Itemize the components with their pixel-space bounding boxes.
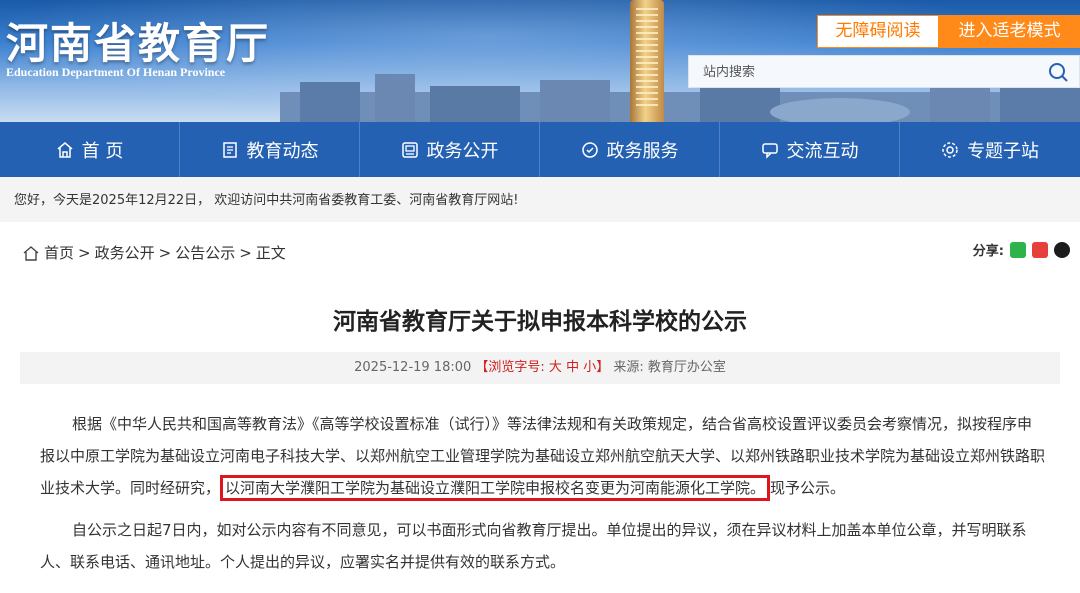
font-size-selector[interactable]: 【浏览字号: 大 中 小】 bbox=[475, 360, 609, 375]
article-paragraph-1: 根据《中华人民共和国高等教育法》《高等学校设置标准（试行）》等法律法规和有关政策… bbox=[40, 408, 1045, 504]
breadcrumb-home[interactable]: 首页 bbox=[44, 242, 74, 263]
service-icon bbox=[581, 141, 598, 158]
publish-date: 2025-12-19 18:00 bbox=[354, 360, 472, 375]
paragraph-text: 现予公示。 bbox=[770, 479, 846, 497]
news-icon bbox=[222, 141, 237, 158]
search-icon[interactable] bbox=[1047, 61, 1069, 83]
breadcrumb-separator: > bbox=[158, 243, 172, 262]
nav-item-label: 首 页 bbox=[81, 140, 124, 162]
nav-item-education-news[interactable]: 教育动态 bbox=[180, 122, 360, 177]
nav-item-label: 教育动态 bbox=[246, 140, 319, 162]
site-title: 河南省教育厅 bbox=[6, 19, 271, 68]
welcome-message: 您好，今天是2025年12月22日， 欢迎访问中共河南省委教育工委、河南省教育厅… bbox=[0, 177, 1080, 222]
nav-item-interaction[interactable]: 交流互动 bbox=[720, 122, 900, 177]
home-icon bbox=[57, 141, 73, 158]
breadcrumb-separator: > bbox=[78, 243, 91, 262]
home-icon bbox=[23, 245, 39, 261]
nav-item-home[interactable]: 首 页 bbox=[0, 122, 180, 177]
weibo-icon[interactable] bbox=[1032, 241, 1048, 258]
landmark-tower-image bbox=[630, 0, 664, 122]
nav-item-government-services[interactable]: 政务服务 bbox=[540, 122, 720, 177]
nav-item-label: 政务服务 bbox=[606, 140, 679, 162]
share-label: 分享: bbox=[972, 244, 1004, 259]
breadcrumb: 首页 > 政务公开 > 公告公示 > 正文 bbox=[22, 242, 286, 263]
qq-icon[interactable] bbox=[1054, 241, 1070, 258]
nav-item-label: 政务公开 bbox=[426, 140, 499, 162]
article-title: 河南省教育厅关于拟申报本科学校的公示 bbox=[333, 309, 747, 335]
gear-icon bbox=[942, 141, 958, 158]
search-box bbox=[688, 55, 1080, 88]
article-meta: 2025-12-19 18:00 【浏览字号: 大 中 小】 来源: 教育厅办公… bbox=[20, 352, 1060, 384]
main-nav: 首 页 教育动态 政务公开 政务服务 交流互动 专题子站 bbox=[0, 122, 1080, 177]
nav-item-label: 交流互动 bbox=[786, 140, 859, 162]
share-bar: 分享: bbox=[973, 240, 1070, 259]
site-subtitle: Education Department Of Henan Province bbox=[6, 65, 226, 79]
nav-item-special-sites[interactable]: 专题子站 bbox=[900, 122, 1080, 177]
chat-icon bbox=[761, 142, 778, 159]
article-source: 来源: 教育厅办公室 bbox=[613, 360, 726, 375]
wechat-icon[interactable] bbox=[1010, 241, 1026, 258]
search-input[interactable] bbox=[689, 56, 1029, 87]
breadcrumb-current: 正文 bbox=[255, 244, 286, 262]
nav-item-government-affairs[interactable]: 政务公开 bbox=[360, 122, 540, 177]
highlighted-text: 以河南大学濮阳工学院为基础设立濮阳工学院申报校名变更为河南能源化工学院。 bbox=[220, 475, 771, 501]
breadcrumb-government-affairs[interactable]: 政务公开 bbox=[95, 242, 155, 263]
breadcrumb-separator: > bbox=[239, 243, 252, 262]
accessibility-reading-button[interactable]: 无障碍阅读 bbox=[817, 15, 939, 48]
nav-item-label: 专题子站 bbox=[967, 140, 1039, 162]
article-paragraph-2: 自公示之日起7日内，如对公示内容有不同意见，可以书面形式向省教育厅提出。单位提出… bbox=[40, 521, 1027, 571]
article-card: 首页 > 政务公开 > 公告公示 > 正文 分享: 河南省教育厅关于拟申报本科学… bbox=[0, 222, 1080, 593]
elder-mode-button[interactable]: 进入适老模式 bbox=[939, 15, 1080, 48]
breadcrumb-announcements[interactable]: 公告公示 bbox=[175, 242, 235, 263]
document-icon bbox=[401, 141, 418, 158]
header-banner: 河南省教育厅 Education Department Of Henan Pro… bbox=[0, 0, 1080, 122]
